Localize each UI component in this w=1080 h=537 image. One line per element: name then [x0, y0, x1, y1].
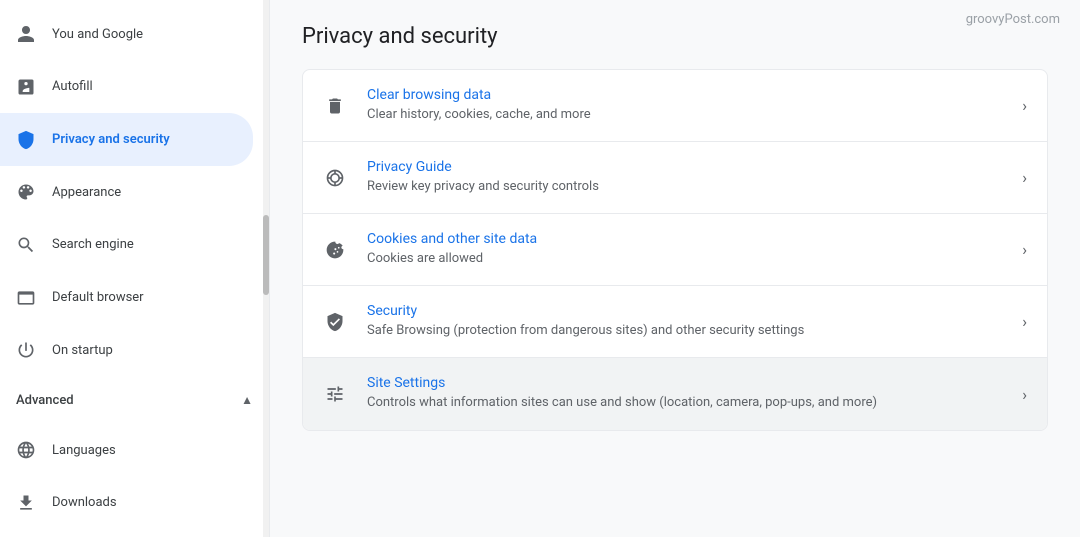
- settings-row-content: Cookies and other site data Cookies are …: [367, 231, 1010, 268]
- sidebar-item-on-startup[interactable]: On startup: [0, 324, 253, 377]
- chevron-up-icon: ▲: [241, 393, 253, 407]
- sidebar-item-label: On startup: [52, 343, 113, 358]
- sidebar-item-languages[interactable]: Languages: [0, 424, 253, 477]
- search-icon: [16, 235, 36, 255]
- chevron-right-icon: ›: [1022, 96, 1027, 115]
- assignment-icon: [16, 77, 36, 97]
- sidebar-item-you-and-google[interactable]: You and Google: [0, 8, 253, 61]
- sidebar-item-autofill[interactable]: Autofill: [0, 61, 253, 114]
- scrollbar-thumb[interactable]: [263, 215, 269, 295]
- advanced-label: Advanced: [16, 393, 74, 408]
- chevron-right-icon: ›: [1022, 385, 1027, 404]
- browser-icon: [16, 288, 36, 308]
- shield-icon: [16, 130, 36, 150]
- download-icon: [16, 493, 36, 513]
- scrollbar-track: [263, 0, 269, 537]
- globe-icon: [16, 440, 36, 460]
- sidebar-item-default-browser[interactable]: Default browser: [0, 271, 253, 324]
- chevron-right-icon: ›: [1022, 240, 1027, 259]
- settings-row-clear-browsing-data[interactable]: Clear browsing data Clear history, cooki…: [303, 70, 1047, 142]
- sidebar-item-label: Autofill: [52, 79, 93, 94]
- shield-check-icon: [323, 310, 347, 334]
- settings-row-content: Site Settings Controls what information …: [367, 375, 1010, 412]
- settings-row-content: Security Safe Browsing (protection from …: [367, 303, 1010, 340]
- settings-row-title: Security: [367, 303, 1010, 319]
- sidebar-item-appearance[interactable]: Appearance: [0, 166, 253, 219]
- settings-row-security[interactable]: Security Safe Browsing (protection from …: [303, 286, 1047, 358]
- settings-row-title: Cookies and other site data: [367, 231, 1010, 247]
- privacy-guide-icon: [323, 166, 347, 190]
- advanced-section-header[interactable]: Advanced ▲: [0, 376, 269, 423]
- palette-icon: [16, 182, 36, 202]
- settings-row-subtitle: Clear history, cookies, cache, and more: [367, 106, 1010, 124]
- sidebar: You and Google Autofill Privacy and secu…: [0, 0, 270, 537]
- sidebar-item-privacy-and-security[interactable]: Privacy and security: [0, 113, 253, 166]
- settings-row-subtitle: Cookies are allowed: [367, 250, 1010, 268]
- settings-row-title: Clear browsing data: [367, 87, 1010, 103]
- settings-row-subtitle: Review key privacy and security controls: [367, 178, 1010, 196]
- chevron-right-icon: ›: [1022, 312, 1027, 331]
- person-icon: [16, 24, 36, 44]
- sidebar-item-label: Appearance: [52, 185, 121, 200]
- sidebar-item-search-engine[interactable]: Search engine: [0, 219, 253, 272]
- sidebar-item-downloads[interactable]: Downloads: [0, 476, 253, 529]
- settings-row-subtitle: Controls what information sites can use …: [367, 394, 1010, 412]
- page-title: Privacy and security: [302, 24, 1048, 49]
- main-content: groovyPost.com Privacy and security Clea…: [270, 0, 1080, 537]
- settings-row-privacy-guide[interactable]: Privacy Guide Review key privacy and sec…: [303, 142, 1047, 214]
- settings-card: Clear browsing data Clear history, cooki…: [302, 69, 1048, 431]
- settings-row-cookies[interactable]: Cookies and other site data Cookies are …: [303, 214, 1047, 286]
- settings-row-subtitle: Safe Browsing (protection from dangerous…: [367, 322, 1010, 340]
- sidebar-item-label: Downloads: [52, 495, 117, 510]
- cookie-icon: [323, 238, 347, 262]
- settings-row-site-settings[interactable]: Site Settings Controls what information …: [303, 358, 1047, 430]
- sliders-icon: [323, 382, 347, 406]
- chevron-right-icon: ›: [1022, 168, 1027, 187]
- settings-row-title: Privacy Guide: [367, 159, 1010, 175]
- sidebar-item-label: Languages: [52, 443, 116, 458]
- sidebar-item-label: You and Google: [52, 27, 143, 42]
- power-icon: [16, 340, 36, 360]
- settings-row-content: Privacy Guide Review key privacy and sec…: [367, 159, 1010, 196]
- watermark: groovyPost.com: [966, 12, 1060, 27]
- settings-row-title: Site Settings: [367, 375, 1010, 391]
- sidebar-item-label: Search engine: [52, 237, 134, 252]
- settings-row-content: Clear browsing data Clear history, cooki…: [367, 87, 1010, 124]
- sidebar-item-label: Default browser: [52, 290, 144, 305]
- trash-icon: [323, 94, 347, 118]
- sidebar-item-label: Privacy and security: [52, 132, 170, 147]
